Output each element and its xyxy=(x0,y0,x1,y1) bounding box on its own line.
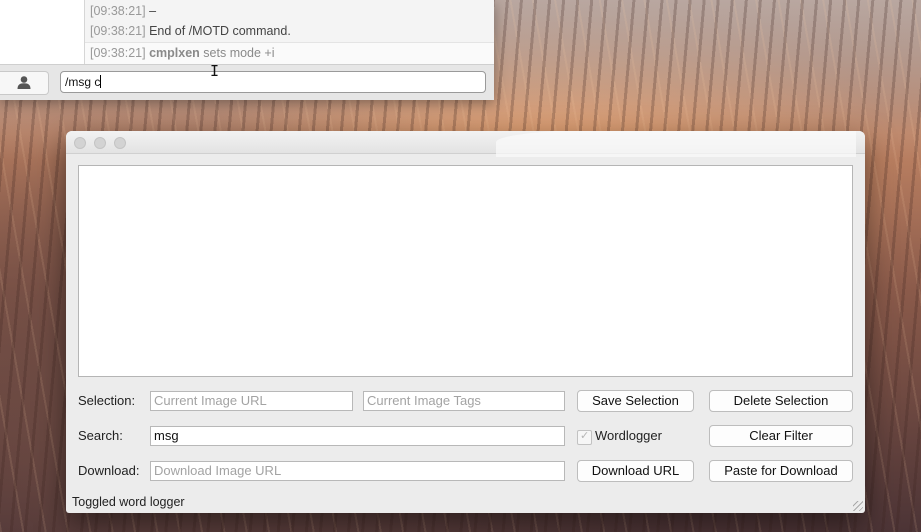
chat-message-input[interactable]: /msg c xyxy=(60,71,486,93)
minimize-button[interactable] xyxy=(94,137,106,149)
clear-filter-button[interactable]: Clear Filter xyxy=(709,425,853,447)
wordlogger-label[interactable]: Wordlogger xyxy=(595,428,662,443)
save-selection-button[interactable]: Save Selection xyxy=(577,390,694,412)
channel-sidebar[interactable] xyxy=(0,0,85,64)
text-caret xyxy=(100,75,102,88)
search-input[interactable]: msg xyxy=(150,426,565,446)
chat-line-text: – xyxy=(149,4,157,18)
ibeam-cursor-icon: I xyxy=(210,62,220,80)
paste-for-download-button[interactable]: Paste for Download xyxy=(709,460,853,482)
download-url-field[interactable]: Download Image URL xyxy=(150,461,565,481)
chat-line: [09:38:21] End of /MOTD command. xyxy=(90,24,291,38)
timestamp: [09:38:21] xyxy=(90,24,146,38)
nick: cmplxen xyxy=(149,46,200,60)
chat-line: [09:38:21] – xyxy=(90,4,156,18)
chat-log[interactable]: [09:38:21] – [09:38:21] End of /MOTD com… xyxy=(85,0,494,64)
checkmark-icon: ✓ xyxy=(580,430,590,442)
close-button[interactable] xyxy=(74,137,86,149)
titlebar-highlight xyxy=(496,131,856,157)
chat-line-text: End of /MOTD command. xyxy=(149,24,291,38)
zoom-button[interactable] xyxy=(114,137,126,149)
chat-input-value: /msg c xyxy=(65,75,101,89)
timestamp: [09:38:21] xyxy=(90,4,146,18)
search-label: Search: xyxy=(78,428,123,443)
chat-line: [09:38:21] cmplxen sets mode +i xyxy=(85,42,494,64)
timestamp: [09:38:21] xyxy=(90,46,146,60)
image-preview-area[interactable] xyxy=(78,165,853,377)
chat-window: [09:38:21] – [09:38:21] End of /MOTD com… xyxy=(0,0,494,100)
current-image-url-field[interactable]: Current Image URL xyxy=(150,391,353,411)
user-list-button[interactable] xyxy=(0,71,49,95)
current-image-tags-field[interactable]: Current Image Tags xyxy=(363,391,565,411)
resize-grip-icon[interactable] xyxy=(853,501,863,511)
wordlogger-checkbox[interactable]: ✓ xyxy=(577,430,592,445)
selection-label: Selection: xyxy=(78,393,136,408)
chat-input-bar: /msg c xyxy=(0,64,494,100)
download-url-button[interactable]: Download URL xyxy=(577,460,694,482)
person-icon xyxy=(17,76,31,89)
chat-line-text: sets mode +i xyxy=(203,46,275,60)
download-label: Download: xyxy=(78,463,140,478)
image-manager-window: Selection: Current Image URL Current Ima… xyxy=(66,131,865,513)
title-bar[interactable] xyxy=(66,131,865,157)
delete-selection-button[interactable]: Delete Selection xyxy=(709,390,853,412)
status-text: Toggled word logger xyxy=(72,495,185,509)
